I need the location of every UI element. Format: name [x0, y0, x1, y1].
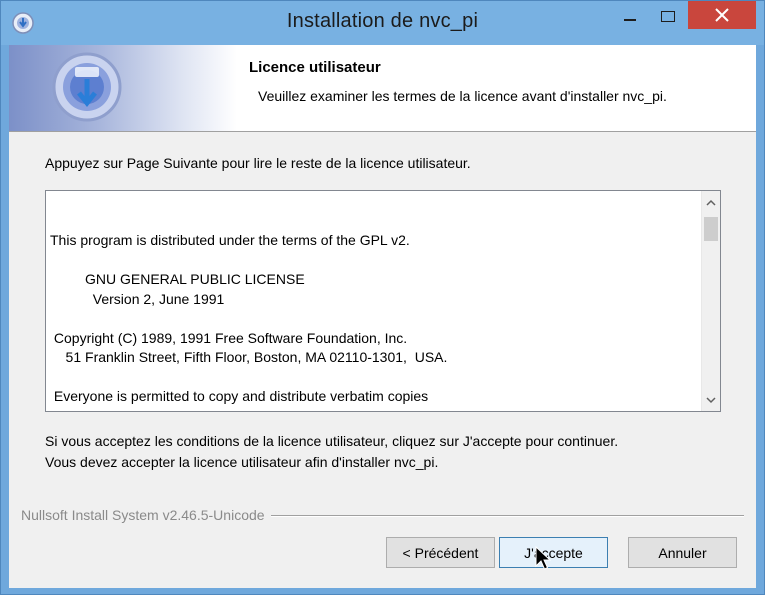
branding-text: Nullsoft Install System v2.46.5-Unicode	[21, 507, 271, 523]
chevron-up-icon	[706, 199, 716, 206]
branding-bar: Nullsoft Install System v2.46.5-Unicode	[21, 507, 744, 523]
page-subtitle: Veuillez examiner les termes de la licen…	[258, 88, 667, 104]
accept-button[interactable]: J'accepte	[499, 537, 608, 568]
maximize-button[interactable]	[648, 1, 688, 31]
back-button[interactable]: < Précédent	[386, 537, 495, 568]
accept-instructions: Si vous acceptez les conditions de la li…	[45, 431, 618, 473]
scroll-down-button[interactable]	[702, 391, 720, 409]
page-header: Licence utilisateur Veuillez examiner le…	[9, 45, 756, 132]
license-scrollbar[interactable]	[701, 191, 720, 411]
accept-instruction-line-1: Si vous acceptez les conditions de la li…	[45, 433, 619, 449]
dialog-client-area: Licence utilisateur Veuillez examiner le…	[9, 45, 756, 588]
title-bar[interactable]: Installation de nvc_pi	[1, 1, 764, 45]
chevron-down-icon	[706, 396, 716, 403]
cancel-button[interactable]: Annuler	[628, 537, 737, 568]
scroll-thumb[interactable]	[704, 217, 718, 241]
license-text: This program is distributed under the te…	[50, 232, 448, 404]
close-icon	[715, 8, 729, 22]
scroll-up-button[interactable]	[702, 193, 720, 211]
mouse-pointer-icon	[535, 546, 551, 570]
accept-instruction-line-2: Vous devez accepter la licence utilisate…	[45, 454, 439, 470]
installer-header-icon	[52, 52, 122, 122]
installer-window: Installation de nvc_pi Licence utilisate…	[0, 0, 765, 595]
close-button[interactable]	[688, 1, 756, 29]
license-intro-text: Appuyez sur Page Suivante pour lire le r…	[45, 155, 471, 171]
maximize-icon	[661, 10, 675, 22]
minimize-button[interactable]	[610, 1, 650, 31]
page-title: Licence utilisateur	[249, 59, 381, 76]
minimize-icon	[624, 19, 636, 21]
license-text-area[interactable]: This program is distributed under the te…	[45, 190, 721, 412]
header-banner	[9, 45, 237, 131]
